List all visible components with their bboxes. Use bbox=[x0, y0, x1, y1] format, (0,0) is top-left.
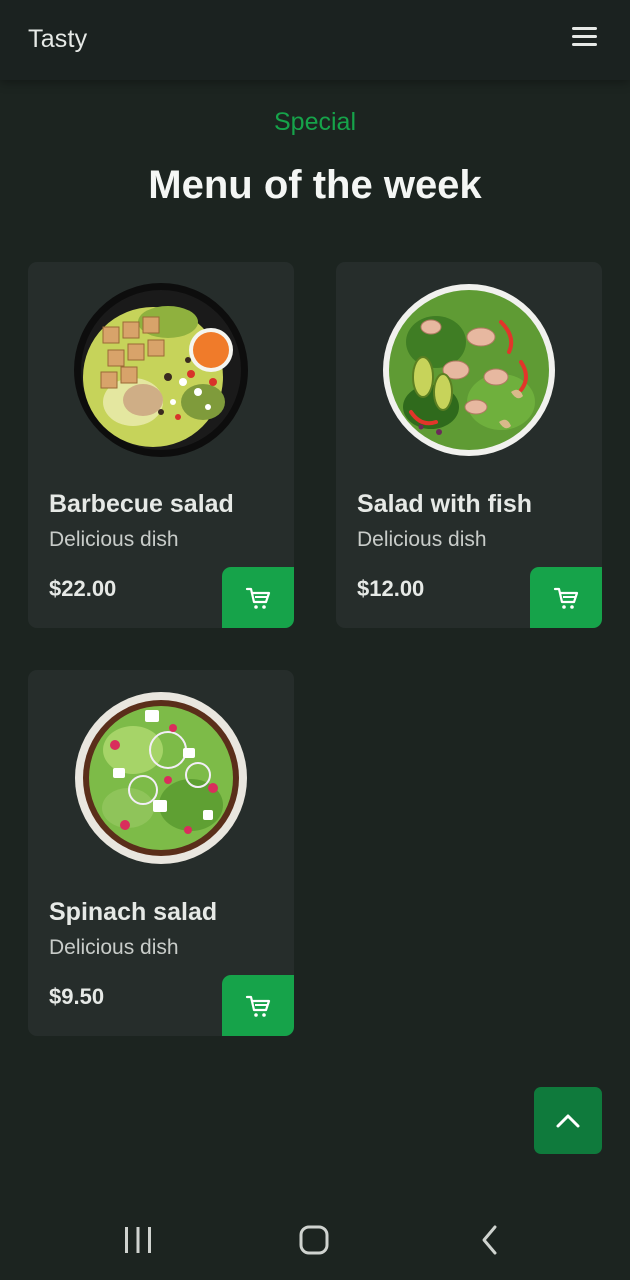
add-to-cart-button[interactable] bbox=[222, 567, 294, 628]
top-header: Tasty bbox=[0, 0, 630, 80]
chevron-up-icon bbox=[556, 1114, 580, 1127]
cart-icon bbox=[245, 587, 271, 609]
dish-description: Delicious dish bbox=[49, 936, 179, 959]
dish-price: $12.00 bbox=[357, 576, 425, 601]
dish-card: Barbecue salad Delicious dish $22.00 bbox=[28, 262, 294, 628]
add-to-cart-button[interactable] bbox=[530, 567, 602, 628]
dish-price: $9.50 bbox=[49, 984, 105, 1009]
back-icon bbox=[482, 1225, 497, 1255]
system-navigation-bar bbox=[0, 1200, 630, 1280]
dish-card: Salad with fish Delicious dish $12.00 bbox=[336, 262, 602, 628]
scroll-to-top-button[interactable] bbox=[534, 1087, 602, 1154]
fish-salad-image bbox=[383, 284, 555, 456]
add-to-cart-button[interactable] bbox=[222, 975, 294, 1036]
hamburger-icon[interactable] bbox=[566, 20, 602, 52]
home-button[interactable] bbox=[292, 1218, 336, 1262]
recent-apps-button[interactable] bbox=[116, 1218, 160, 1262]
section-subtitle: Special bbox=[274, 108, 356, 136]
dish-description: Delicious dish bbox=[49, 528, 179, 551]
cart-icon bbox=[245, 995, 271, 1017]
dish-card: Spinach salad Delicious dish $9.50 bbox=[28, 670, 294, 1036]
spinach-salad-image bbox=[75, 692, 247, 864]
home-icon bbox=[299, 1225, 329, 1255]
section-title: Menu of the week bbox=[148, 163, 482, 207]
dish-price: $22.00 bbox=[49, 576, 117, 601]
back-button[interactable] bbox=[468, 1218, 512, 1262]
app-logo[interactable]: Tasty bbox=[28, 25, 87, 54]
dish-description: Delicious dish bbox=[357, 528, 487, 551]
dish-name: Salad with fish bbox=[357, 490, 533, 518]
barbecue-salad-image bbox=[74, 283, 248, 457]
dish-name: Spinach salad bbox=[49, 898, 218, 926]
dish-name: Barbecue salad bbox=[49, 490, 234, 518]
recent-apps-icon bbox=[125, 1227, 151, 1253]
cart-icon bbox=[553, 587, 579, 609]
